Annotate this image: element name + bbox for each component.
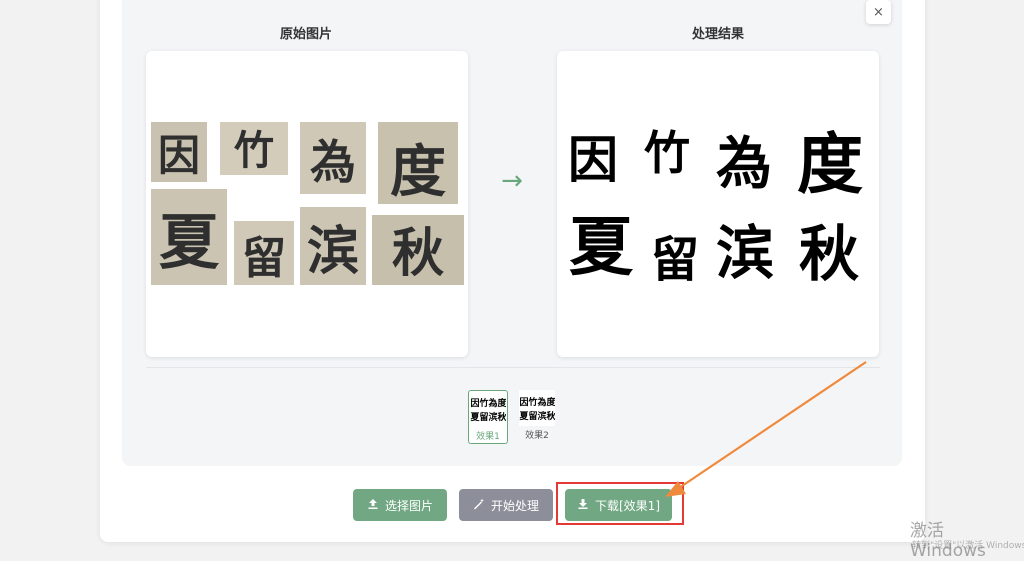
svg-text:秋: 秋 [496,411,506,423]
svg-text:秋: 秋 [545,410,555,422]
original-image: 因 竹 為 度 夏 留 滨 秋 [146,51,468,357]
result-char-2: 竹 [644,126,690,180]
result-char-1: 因 [568,130,618,189]
upload-icon [367,498,379,513]
result-char-3: 為 [716,131,772,197]
thumbnail-label: 效果1 [476,432,500,442]
magic-wand-icon [473,498,485,513]
result-char-7: 滨 [716,219,774,287]
result-char-5: 夏 [569,210,634,285]
svg-text:度: 度 [497,397,506,409]
orig-char-6: 留 [242,233,286,284]
orig-char-1: 因 [158,131,200,180]
orig-char-7: 滨 [307,221,359,282]
svg-text:因: 因 [470,398,479,409]
result-char-4: 度 [797,125,863,203]
result-char-8: 秋 [799,220,859,290]
thumbnail-effect-1[interactable]: 因 竹 為 度 夏 留 滨 秋 效果1 [468,390,508,444]
orig-char-5: 夏 [159,208,220,278]
orig-char-3: 為 [310,135,356,189]
select-image-label: 选择图片 [384,498,433,513]
start-processing-button[interactable]: 开始处理 [459,489,553,521]
thumbnail-image: 因 竹 為 度 夏 留 滨 秋 [518,390,556,426]
arrow-right-icon: → [501,166,523,196]
orig-char-4: 度 [390,139,446,205]
svg-text:為: 為 [487,397,497,409]
select-image-button[interactable]: 选择图片 [353,489,447,521]
thumbnail-effect-2[interactable]: 因 竹 為 度 夏 留 滨 秋 效果2 [518,390,556,442]
close-icon: × [873,4,884,20]
close-button[interactable]: × [866,0,891,24]
result-title: 处理结果 [691,27,744,42]
svg-text:留: 留 [528,410,537,422]
result-char-6: 留 [651,232,699,288]
orig-char-2: 竹 [234,127,274,174]
orig-char-8: 秋 [392,223,444,284]
svg-text:竹: 竹 [527,396,537,408]
svg-text:為: 為 [536,396,546,408]
thumbnail-label: 效果2 [525,431,549,441]
svg-text:因: 因 [519,397,528,408]
svg-text:竹: 竹 [478,397,488,409]
result-image: 因 竹 為 度 夏 留 滨 秋 [557,51,879,357]
svg-text:度: 度 [546,396,555,408]
svg-text:滨: 滨 [488,411,497,423]
annotation-highlight-box [556,482,684,525]
original-image-title: 原始图片 [279,27,332,42]
start-processing-label: 开始处理 [490,498,539,513]
svg-text:留: 留 [479,411,488,423]
result-calligraphy-image: 因 竹 為 度 夏 留 滨 秋 [568,125,863,290]
original-calligraphy-image: 因 竹 為 度 夏 留 滨 秋 [151,122,464,285]
divider [146,367,880,368]
svg-text:滨: 滨 [537,410,546,422]
thumbnail-image: 因 竹 為 度 夏 留 滨 秋 [469,391,507,427]
